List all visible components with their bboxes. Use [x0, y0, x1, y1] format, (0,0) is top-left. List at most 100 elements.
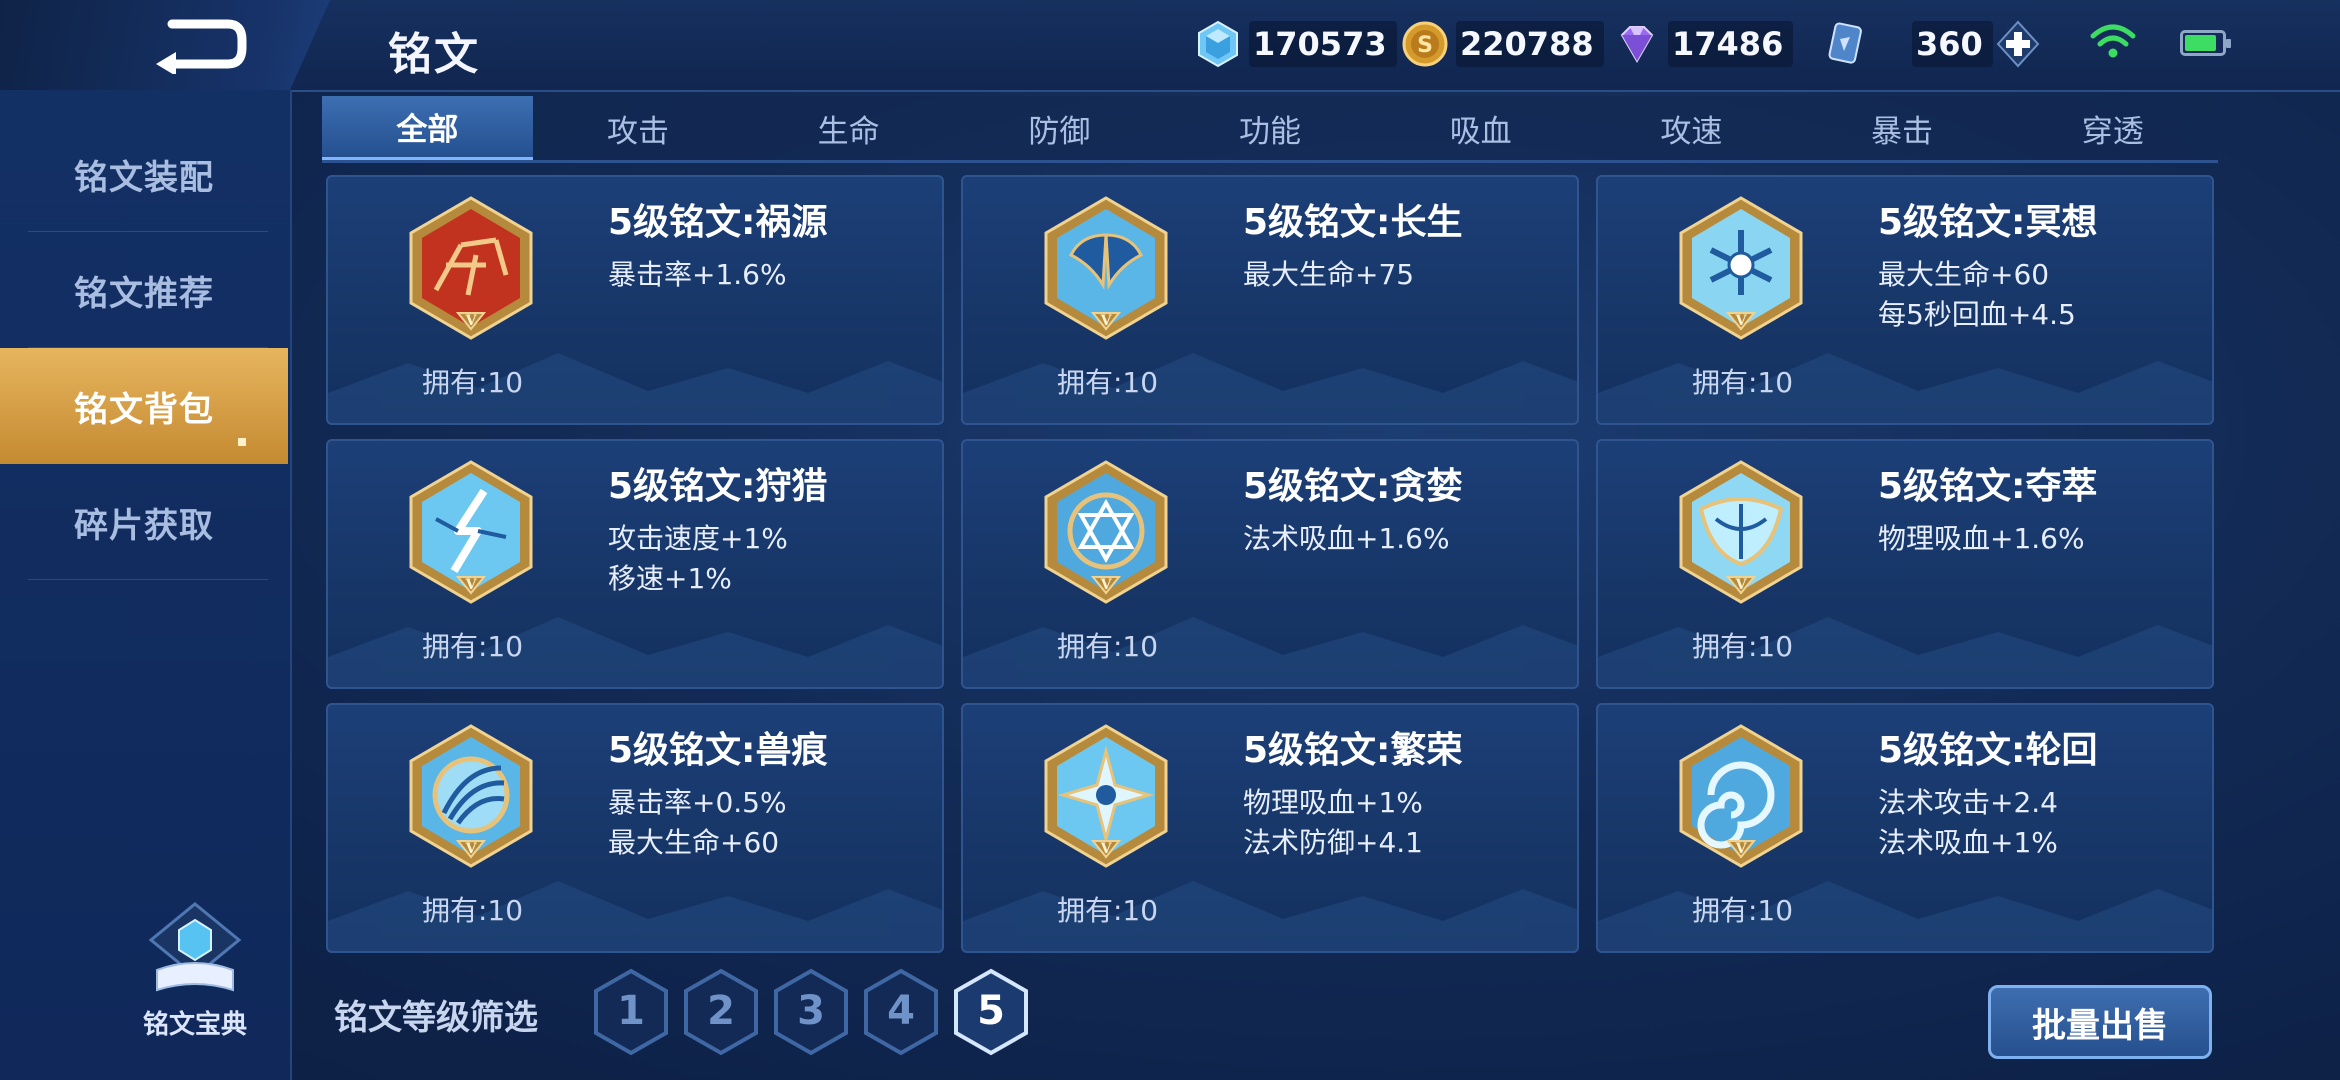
rune-card-mingxiang[interactable]: V 5级铭文:冥想 最大生命+60 每5秒回血+4.5 拥有:10	[1596, 175, 2214, 425]
rune-shouhen-icon: V	[409, 724, 533, 868]
svg-text:V: V	[1100, 313, 1113, 329]
rune-huoyuan-icon: V	[409, 196, 533, 340]
tab-critical[interactable]: 暴击	[1797, 96, 2008, 160]
level-number: 4	[887, 988, 915, 1034]
voucher-counter: 360	[1820, 18, 2043, 70]
mountain-decoration	[963, 353, 1577, 423]
rune-name: 5级铭文:夺萃	[1878, 466, 2098, 507]
rune-attribute: 每5秒回血+4.5	[1878, 298, 2076, 331]
rune-attribute: 移速+1%	[608, 562, 732, 595]
rune-card-duocui[interactable]: V 5级铭文:夺萃 物理吸血+1.6% 拥有:10	[1596, 439, 2214, 689]
tab-health[interactable]: 生命	[743, 96, 954, 160]
svg-text:V: V	[1100, 577, 1113, 593]
level-number: 3	[797, 988, 825, 1034]
rune-codex-button[interactable]: 铭文宝典	[120, 900, 270, 1050]
svg-text:V: V	[465, 313, 478, 329]
mountain-decoration	[328, 617, 942, 687]
svg-text:V: V	[1735, 841, 1748, 857]
tab-attack-speed[interactable]: 攻速	[1586, 96, 1797, 160]
sidebar-item-label: 铭文推荐	[74, 273, 214, 314]
rune-owned-count: 拥有:10	[422, 894, 524, 927]
rune-attribute: 法术攻击+2.4	[1878, 786, 2058, 819]
rune-shoulie-icon: V	[409, 460, 533, 604]
tab-penetration[interactable]: 穿透	[2007, 96, 2218, 160]
rune-attribute: 法术吸血+1%	[1878, 826, 2058, 859]
rune-name: 5级铭文:繁荣	[1243, 730, 1463, 771]
rune-card-lunhui[interactable]: V 5级铭文:轮回 法术攻击+2.4 法术吸血+1% 拥有:10	[1596, 703, 2214, 953]
rune-mingxiang-icon: V	[1679, 196, 1803, 340]
tab-all[interactable]: 全部	[322, 96, 533, 160]
gold-value: 220788	[1456, 21, 1604, 67]
mountain-decoration	[1598, 353, 2212, 423]
level-filter-5[interactable]: 5	[952, 968, 1030, 1056]
mountain-decoration	[328, 881, 942, 951]
rune-owned-count: 拥有:10	[1692, 366, 1794, 399]
rune-name: 5级铭文:祸源	[608, 202, 828, 243]
sidebar-item-rune-backpack[interactable]: 铭文背包	[0, 348, 288, 464]
rune-lunhui-icon: V	[1679, 724, 1803, 868]
rune-name: 5级铭文:长生	[1243, 202, 1463, 243]
level-filter-4[interactable]: 4	[862, 968, 940, 1056]
crystal-value: 170573	[1249, 21, 1397, 67]
diamond-value: 17486	[1668, 21, 1794, 67]
rune-name: 5级铭文:贪婪	[1243, 466, 1463, 507]
rune-card-huoyuan[interactable]: V 5级铭文:祸源 暴击率+1.6% 拥有:10	[326, 175, 944, 425]
mountain-decoration	[963, 881, 1577, 951]
mountain-decoration	[1598, 617, 2212, 687]
rune-card-shouhen[interactable]: V 5级铭文:兽痕 暴击率+0.5% 最大生命+60 拥有:10	[326, 703, 944, 953]
tab-lifesteal[interactable]: 吸血	[1375, 96, 1586, 160]
level-filter-3[interactable]: 3	[772, 968, 850, 1056]
rune-attribute: 物理吸血+1%	[1243, 786, 1423, 819]
codex-label: 铭文宝典	[142, 1010, 247, 1040]
battery-icon	[2180, 30, 2231, 56]
rune-name: 5级铭文:兽痕	[608, 730, 828, 771]
sidebar-item-rune-setup[interactable]: 铭文装配	[0, 116, 288, 232]
level-filter-1[interactable]: 1	[592, 968, 670, 1056]
add-currency-icon[interactable]	[1993, 19, 2043, 69]
mountain-decoration	[328, 353, 942, 423]
rune-duocui-icon: V	[1679, 460, 1803, 604]
rune-name: 5级铭文:轮回	[1878, 730, 2098, 771]
rune-name: 5级铭文:冥想	[1878, 202, 2098, 243]
rune-name: 5级铭文:狩猎	[608, 466, 828, 507]
codex-book-icon	[148, 902, 242, 992]
rune-card-tanlan[interactable]: V 5级铭文:贪婪 法术吸血+1.6% 拥有:10	[961, 439, 1579, 689]
diamond-counter: 17486	[1612, 18, 1794, 70]
svg-text:V: V	[1100, 841, 1113, 857]
level-filter-label: 铭文等级筛选	[334, 998, 538, 1038]
level-number: 5	[977, 988, 1005, 1034]
rune-attribute: 暴击率+0.5%	[608, 786, 787, 819]
bulk-sell-button[interactable]: 批量出售	[1988, 985, 2212, 1059]
gold-coin-icon: S	[1402, 21, 1448, 67]
svg-text:S: S	[1417, 33, 1433, 58]
rune-owned-count: 拥有:10	[422, 630, 524, 663]
sidebar-item-rune-recommend[interactable]: 铭文推荐	[0, 232, 288, 348]
rune-owned-count: 拥有:10	[1692, 894, 1794, 927]
rune-tanlan-icon: V	[1044, 460, 1168, 604]
rune-owned-count: 拥有:10	[1692, 630, 1794, 663]
tab-attack[interactable]: 攻击	[533, 96, 744, 160]
rune-card-changsheng[interactable]: V 5级铭文:长生 最大生命+75 拥有:10	[961, 175, 1579, 425]
rune-attribute: 最大生命+60	[608, 826, 780, 859]
sidebar-item-label: 铭文装配	[74, 157, 214, 198]
rune-card-fanrong[interactable]: V 5级铭文:繁荣 物理吸血+1% 法术防御+4.1 拥有:10	[961, 703, 1579, 953]
page-title: 铭文	[388, 29, 480, 80]
tab-utility[interactable]: 功能	[1165, 96, 1376, 160]
wifi-icon	[2090, 24, 2136, 58]
active-indicator	[238, 438, 246, 446]
level-number: 2	[707, 988, 735, 1034]
divider	[28, 579, 268, 580]
gold-counter: S 220788	[1400, 18, 1604, 70]
back-arrow-icon[interactable]	[150, 14, 250, 74]
sidebar-item-label: 碎片获取	[74, 505, 214, 546]
sidebar-item-fragment-source[interactable]: 碎片获取	[0, 464, 288, 580]
rune-owned-count: 拥有:10	[1057, 630, 1159, 663]
tab-defense[interactable]: 防御	[954, 96, 1165, 160]
rune-attribute: 最大生命+60	[1878, 258, 2050, 291]
rune-attribute: 法术防御+4.1	[1243, 826, 1423, 859]
level-number: 1	[617, 988, 645, 1034]
rune-card-shoulie[interactable]: V 5级铭文:狩猎 攻击速度+1% 移速+1% 拥有:10	[326, 439, 944, 689]
voucher-value: 360	[1912, 21, 1993, 67]
level-filter-2[interactable]: 2	[682, 968, 760, 1056]
rune-owned-count: 拥有:10	[1057, 366, 1159, 399]
